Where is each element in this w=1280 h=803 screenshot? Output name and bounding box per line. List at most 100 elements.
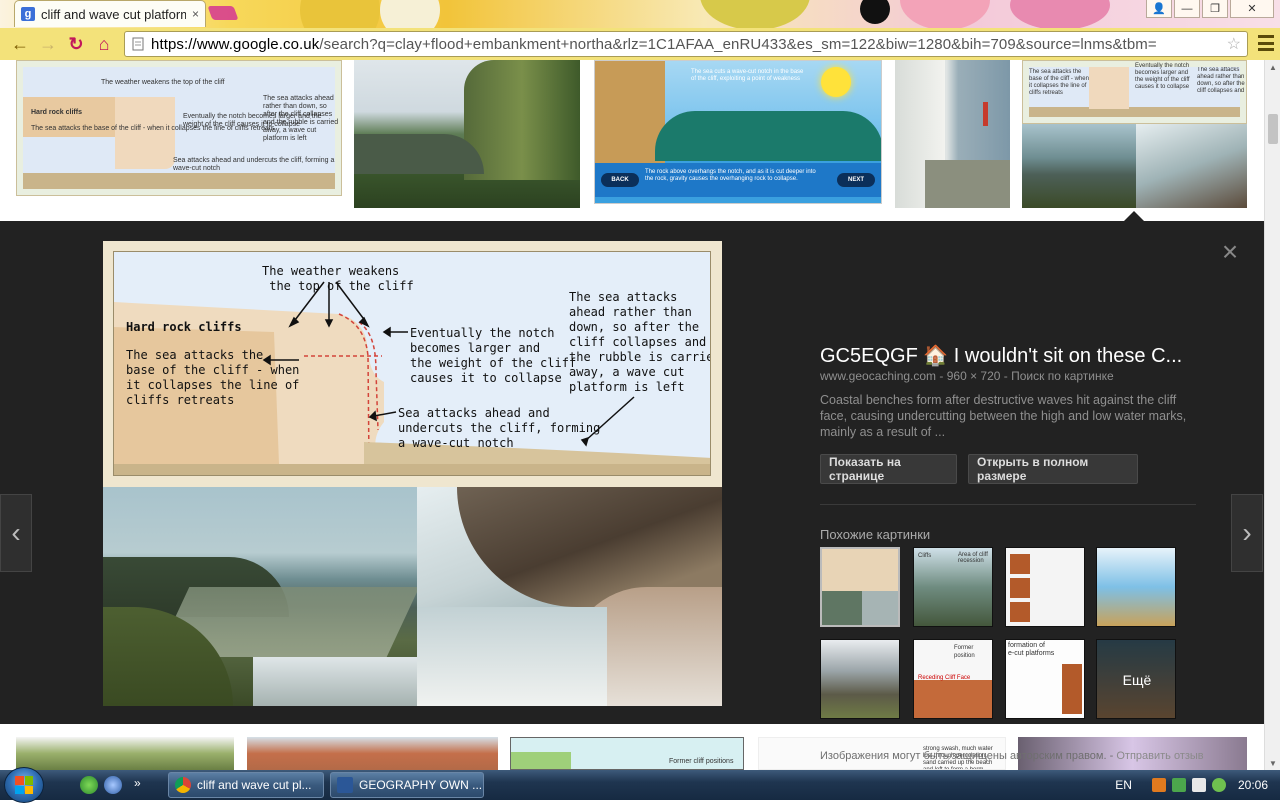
- scroll-down-icon[interactable]: ▼: [1265, 756, 1280, 770]
- similar-label: Receding Cliff Face: [918, 675, 971, 681]
- result-thumb-wave-diagram[interactable]: The sea cuts a wave-cut notch in the bas…: [594, 60, 882, 204]
- label-weather: The weather weakens the top of the cliff: [262, 264, 414, 293]
- utorrent-icon[interactable]: [80, 776, 98, 794]
- result-thumb-cave-photo[interactable]: [1136, 124, 1247, 208]
- bookmark-star-icon[interactable]: ☆: [1227, 34, 1241, 54]
- word-icon: [337, 777, 353, 793]
- similar-label: formation of e-cut platforms: [1008, 642, 1055, 657]
- result-thumb-bottom-1[interactable]: [16, 737, 234, 770]
- minimize-button[interactable]: —: [1174, 0, 1200, 18]
- similar-thumb-5[interactable]: [820, 639, 900, 719]
- window-titlebar: g cliff and wave cut platform × 👤 — ❐ ✕: [0, 0, 1280, 28]
- label-undercut: Sea attacks ahead and undercuts the clif…: [398, 406, 601, 450]
- taskbar-word-window[interactable]: GEOGRAPHY OWN ...: [330, 772, 484, 798]
- window-controls: 👤 — ❐ ✕: [1146, 0, 1274, 18]
- tray-download-icon[interactable]: [1171, 778, 1186, 792]
- home-button[interactable]: ⌂: [90, 31, 118, 57]
- send-feedback-link[interactable]: Отправить отзыв: [1116, 750, 1203, 762]
- taskbar-chrome-window[interactable]: cliff and wave cut pl...: [168, 772, 324, 798]
- theme-decoration: [860, 0, 890, 24]
- page-scrollbar[interactable]: ▲ ▼: [1264, 60, 1280, 770]
- sea-cave-photo: [417, 487, 722, 706]
- thumb-label: The sea attacks the base of the cliff - …: [1029, 69, 1089, 96]
- thumb-label: The sea attacks ahead rather than down, …: [263, 95, 339, 142]
- result-thumb-cliff-diagram-small[interactable]: The sea attacks the base of the cliff - …: [1022, 60, 1247, 124]
- windows-taskbar: » cliff and wave cut pl... GEOGRAPHY OWN…: [0, 767, 1280, 803]
- divider: [820, 504, 1196, 505]
- user-icon[interactable]: 👤: [1146, 0, 1172, 18]
- back-button[interactable]: ←: [6, 31, 34, 57]
- thumb-next-button: NEXT: [837, 173, 875, 187]
- tab-close-icon[interactable]: ×: [192, 7, 199, 21]
- thumb-label: The sea cuts a wave-cut notch in the bas…: [691, 69, 804, 82]
- forward-button[interactable]: →: [34, 31, 62, 57]
- new-tab-button[interactable]: [207, 6, 239, 20]
- image-title[interactable]: GC5EQGF 🏠 I wouldn't sit on these C...: [820, 343, 1212, 368]
- view-page-button[interactable]: Показать на странице: [820, 454, 957, 484]
- more-similar-button[interactable]: Ещё: [1096, 639, 1176, 719]
- thumb-label: Hard rock cliffs: [31, 109, 82, 116]
- similar-images-label[interactable]: Похожие картинки: [820, 527, 930, 542]
- url-path: /search?q=clay+flood+embankment+northa&r…: [319, 35, 1157, 53]
- result-thumb-bottom-2[interactable]: [247, 737, 498, 770]
- system-tray: EN 20:06: [1115, 770, 1280, 800]
- scroll-thumb[interactable]: [1268, 114, 1278, 144]
- url-host: https://www.google.co.uk: [151, 35, 320, 53]
- similar-thumb-6[interactable]: Receding Cliff Face Former position: [913, 639, 993, 719]
- result-thumb-cliff-photo[interactable]: [354, 60, 580, 208]
- thumb-label: The sea attacks ahead rather than down, …: [1197, 67, 1245, 94]
- similar-thumb-7[interactable]: formation of e-cut platforms: [1005, 639, 1085, 719]
- thumb-label: The rock above overhangs the notch, and …: [645, 169, 816, 182]
- language-indicator[interactable]: EN: [1115, 778, 1132, 792]
- tab-title: cliff and wave cut platform: [41, 6, 186, 22]
- thumb-label: Sea attacks ahead and undercuts the clif…: [173, 157, 335, 172]
- prev-image-button[interactable]: ‹: [0, 494, 32, 572]
- cliff-diagram: The weather weakens the top of the cliff…: [113, 251, 711, 476]
- close-preview-icon[interactable]: ×: [1218, 238, 1242, 266]
- similar-thumb-4[interactable]: [1096, 547, 1176, 627]
- image-meta[interactable]: www.geocaching.com - 960 × 720 - Поиск п…: [820, 369, 1114, 383]
- maximize-button[interactable]: ❐: [1202, 0, 1228, 18]
- similar-label: Former position: [954, 645, 975, 659]
- label-sea-attacks-base: The sea attacks the base of the cliff - …: [126, 348, 300, 407]
- result-thumb-wave-cut-photo[interactable]: [1022, 124, 1136, 208]
- tray-status-icon[interactable]: [1211, 778, 1226, 792]
- view-full-size-button[interactable]: Открыть в полном размере: [968, 454, 1138, 484]
- chrome-menu-icon[interactable]: [1258, 35, 1274, 51]
- next-image-button[interactable]: ›: [1231, 494, 1263, 572]
- similar-thumb-1[interactable]: [820, 547, 900, 627]
- thumb-label: Eventually the notch becomes larger and …: [1135, 63, 1190, 90]
- show-more-icon[interactable]: »: [134, 776, 141, 790]
- quicklaunch-icon[interactable]: [104, 776, 122, 794]
- network-icon[interactable]: [1191, 778, 1206, 792]
- start-button[interactable]: [4, 767, 44, 803]
- selected-thumb-pointer: [1124, 211, 1144, 221]
- copyright-text: Изображения могут быть защищены авторски…: [820, 750, 1107, 762]
- preview-image[interactable]: The weather weakens the top of the cliff…: [103, 241, 722, 706]
- label-notch: Eventually the notch becomes larger and …: [410, 326, 577, 385]
- similar-label: Cliffs: [918, 553, 932, 559]
- more-label: Ещё: [1097, 640, 1175, 718]
- similar-thumb-3[interactable]: [1005, 547, 1085, 627]
- result-thumb-white-cliffs[interactable]: [895, 60, 1010, 208]
- theme-decoration: [700, 0, 810, 28]
- address-bar[interactable]: https://www.google.co.uk/search?q=clay+f…: [124, 31, 1248, 57]
- result-thumb-bottom-3[interactable]: Former cliff positions: [510, 737, 744, 770]
- close-window-button[interactable]: ✕: [1230, 0, 1274, 18]
- thumb-back-button: BACK: [601, 173, 639, 187]
- thumb-label: Former cliff positions: [669, 758, 734, 765]
- task-label: GEOGRAPHY OWN ...: [359, 778, 483, 792]
- similar-label: Area of cliff recession: [958, 552, 988, 564]
- browser-tab[interactable]: g cliff and wave cut platform ×: [14, 0, 206, 27]
- similar-thumb-2[interactable]: Cliffs Area of cliff recession: [913, 547, 993, 627]
- browser-toolbar: ← → ↻ ⌂ https://www.google.co.uk/search?…: [0, 28, 1280, 60]
- google-favicon-icon: g: [21, 7, 35, 21]
- tray-app-icon[interactable]: [1151, 778, 1166, 792]
- scroll-up-icon[interactable]: ▲: [1265, 60, 1280, 74]
- clock[interactable]: 20:06: [1238, 778, 1268, 792]
- reload-button[interactable]: ↻: [62, 31, 90, 57]
- result-thumb-cliff-diagram[interactable]: The weather weakens the top of the cliff…: [16, 60, 342, 196]
- thumb-label: The weather weakens the top of the cliff: [101, 79, 225, 86]
- copyright-notice: Изображения могут быть защищены авторски…: [820, 750, 1204, 762]
- url-text[interactable]: https://www.google.co.uk/search?q=clay+f…: [151, 36, 1221, 53]
